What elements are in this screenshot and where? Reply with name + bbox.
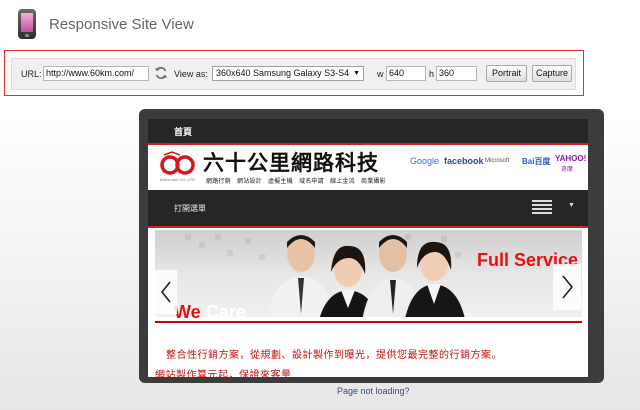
google-logo: Google [410,156,440,166]
chevron-right-icon [562,275,574,299]
app-header: Responsive Site View [18,6,194,42]
url-input[interactable] [43,66,149,81]
slider-next-button[interactable] [553,264,581,310]
toolbar: URL: View as: 360x640 Samsung Galaxy S3-… [4,50,584,96]
home-link[interactable]: 首頁 [174,125,192,138]
tagline-2: 網站製作算元起，保證來客量 [155,370,292,377]
url-label: URL: [21,69,42,79]
caret-down-icon: ▼ [353,70,360,77]
phone-icon [18,9,36,39]
banner-we-care: We Care [174,302,246,323]
height-label: h [429,69,435,79]
logo-services: 網路行銷 網站設計 虛擬主機 域名申請 線上金流 商業攝影 [206,179,386,185]
view-as-label: View as: [174,69,208,79]
refresh-icon[interactable] [154,66,168,80]
width-input[interactable] [386,66,426,81]
toolbar-inner: URL: View as: 360x640 Samsung Galaxy S3-… [11,58,576,90]
open-menu-label[interactable]: 打開選單 [174,203,206,214]
height-input[interactable] [436,66,477,81]
logo-title[interactable]: 六十公里網路科技 [203,147,379,177]
portrait-button[interactable]: Portrait [486,65,527,82]
slider-prev-button[interactable] [155,270,177,314]
site-topbar: 首頁 [148,119,588,145]
logo-icon[interactable] [160,151,196,177]
hero-banner: Full Service We Care [155,230,582,341]
device-select[interactable]: 360x640 Samsung Galaxy S3-S4 ▼ [212,66,364,81]
width-label: w [377,69,384,79]
device-select-value: 360x640 Samsung Galaxy S3-S4 [216,68,350,78]
yahoo-logo: YAHOO! [555,154,587,163]
device-frame: 首頁 60km.com CO.,LTD. 六十公里網路科技 網路行銷 網站設計 … [139,109,604,383]
chevron-left-icon [160,281,171,303]
site-nav: 打開選單 ▼ [148,190,588,228]
caret-down-icon: ▼ [568,202,575,209]
microsoft-logo: Microsoft [485,158,510,164]
banner-we: We [174,302,201,322]
yahoo-sub-logo: 奇摩 [561,167,574,173]
logo-english: 60km.com CO.,LTD. [160,177,197,182]
baidu-logo: Bai百度 [522,157,551,166]
site-header: 60km.com CO.,LTD. 六十公里網路科技 網路行銷 網站設計 虛擬主… [148,145,588,189]
partner-logos: Google facebook Microsoft Bai百度 YAHOO! 奇… [410,154,587,173]
site-viewport[interactable]: 首頁 60km.com CO.,LTD. 六十公里網路科技 網路行銷 網站設計 … [148,119,588,377]
app-title: Responsive Site View [49,15,194,33]
hamburger-icon[interactable] [532,198,552,216]
facebook-logo: facebook [444,156,484,166]
banner-care: Care [205,302,246,322]
tagline-1: 整合性行銷方案，從規劃、設計製作到曝光，提供您最完整的行銷方案。 [166,350,502,361]
capture-button[interactable]: Capture [532,65,572,82]
page-not-loading-link[interactable]: Page not loading? [337,386,410,396]
